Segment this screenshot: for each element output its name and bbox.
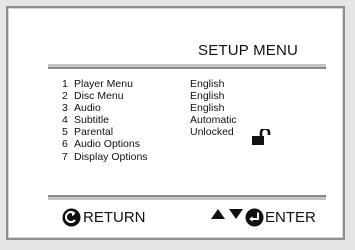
menu-item-label: Audio [74, 102, 101, 115]
enter-button[interactable]: ENTER [245, 208, 316, 227]
menu-item-number: 2 [62, 90, 68, 103]
enter-icon [245, 208, 264, 227]
menu-item-audio[interactable]: 3 Audio English [62, 102, 302, 114]
triangle-down-icon [229, 209, 243, 219]
menu-item-label: Subtitle [74, 114, 110, 127]
menu-item-number: 5 [62, 126, 68, 139]
page-title: SETUP MENU [198, 42, 299, 59]
menu-item-value: Automatic [190, 114, 237, 127]
menu-item-label: Display Options [74, 150, 148, 163]
return-icon [62, 208, 81, 227]
menu-item-value: Unlocked [190, 126, 234, 139]
menu-item-value: English [190, 102, 225, 115]
title-underline-dark [48, 67, 326, 69]
menu-item-value: English [190, 78, 225, 90]
footer-separator-light [48, 197, 326, 200]
menu-item-number: 7 [62, 150, 68, 163]
menu-item-label: Disc Menu [74, 90, 124, 103]
menu-item-value [190, 151, 260, 163]
menu-item-player-menu[interactable]: 1 Player Menu English [62, 78, 302, 90]
menu-item-label: Audio Options [74, 138, 140, 151]
menu-item-disc-menu[interactable]: 2 Disc Menu English [62, 90, 302, 102]
setup-menu-screen: SETUP MENU 1 Player Menu English 2 Disc … [6, 6, 345, 240]
open-lock-icon [252, 129, 271, 145]
setup-menu-list: 1 Player Menu English 2 Disc Menu Englis… [62, 78, 302, 163]
menu-item-value [190, 138, 260, 150]
menu-item-display-options[interactable]: 7 Display Options [62, 151, 302, 163]
menu-item-label: Parental [74, 126, 114, 139]
enter-label: ENTER [265, 209, 316, 226]
menu-item-number: 3 [62, 102, 68, 115]
triangle-up-icon [211, 209, 225, 219]
menu-item-number: 6 [62, 138, 68, 151]
return-button[interactable]: RETURN [62, 208, 146, 227]
footer-controls: RETURN ENTER [48, 204, 326, 232]
menu-item-number: 1 [62, 78, 68, 90]
menu-item-subtitle[interactable]: 4 Subtitle Automatic [62, 114, 302, 126]
menu-item-number: 4 [62, 114, 68, 127]
return-label: RETURN [83, 209, 146, 226]
menu-item-label: Player Menu [74, 78, 133, 90]
navigation-arrows[interactable] [210, 208, 244, 220]
menu-item-value: English [190, 90, 225, 103]
